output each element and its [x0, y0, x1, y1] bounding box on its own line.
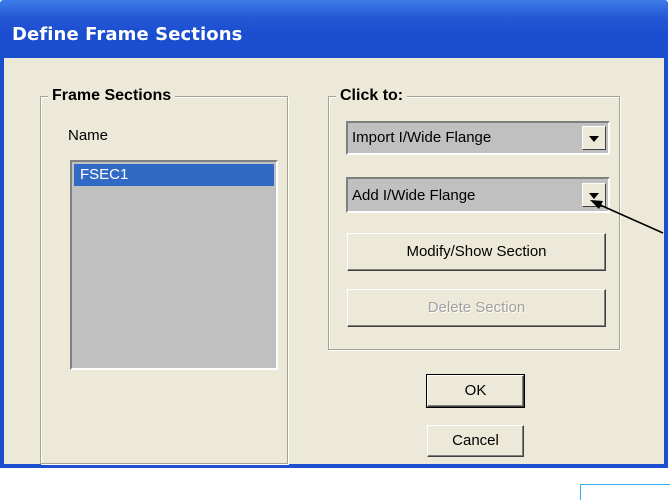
corner-panel: [580, 484, 670, 500]
define-frame-sections-dialog: Define Frame Sections Frame Sections Nam…: [0, 0, 668, 468]
pointer-arrow-icon: [590, 200, 664, 234]
